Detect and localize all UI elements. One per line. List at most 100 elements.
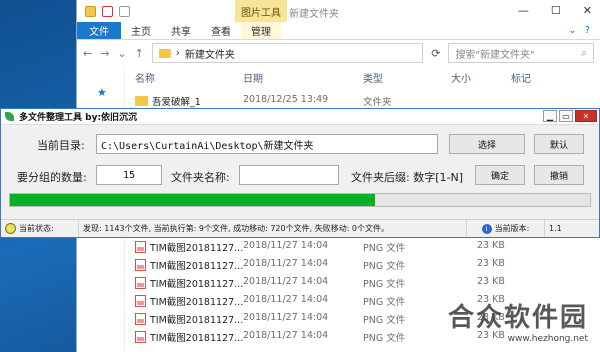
file-organizer-dialog: 多文件整理工具 by:依旧沉沉 ▁ ▭ ✕ 当前目录: C:\Users\Cur…: [0, 108, 600, 238]
app-leaf-icon: [5, 112, 14, 121]
dialog-title: 多文件整理工具 by:依旧沉沉: [19, 113, 138, 123]
file-size: 23 KB: [477, 258, 505, 269]
up-arrow-icon[interactable]: ↑: [135, 47, 144, 60]
tab-home[interactable]: 主页: [121, 22, 161, 39]
folder-icon: [135, 96, 148, 106]
file-name: TIM截图20181127...: [135, 258, 243, 272]
list-item[interactable]: TIM截图20181127... 2018/11/27 14:04 PNG 文件…: [127, 236, 600, 256]
file-size: 23 KB: [477, 240, 505, 251]
file-name: TIM截图20181127...: [135, 330, 243, 344]
file-name-text: TIM截图20181127...: [150, 279, 244, 290]
column-name[interactable]: 名称: [135, 70, 155, 85]
undo-button[interactable]: 撤销: [534, 165, 584, 185]
file-name: TIM截图20181127...: [135, 276, 243, 290]
watermark-text: 合众软件园: [447, 303, 588, 333]
folder-name-label: 文件夹名称:: [171, 171, 230, 184]
file-date: 2018/12/25 13:49: [243, 94, 329, 105]
file-name: TIM截图20181127...: [135, 294, 243, 308]
search-icon: ⌕: [581, 47, 587, 59]
version-label-cell: i 当前版本:: [467, 220, 545, 237]
current-dir-field[interactable]: C:\Users\CurtainAi\Desktop\新建文件夹: [96, 134, 438, 154]
current-dir-label: 当前目录:: [37, 139, 85, 152]
minimize-icon[interactable]: —: [518, 4, 529, 17]
file-name-text: TIM截图20181127...: [150, 261, 244, 272]
file-date: 2018/11/27 14:04: [243, 312, 329, 323]
file-type: PNG 文件: [363, 279, 406, 290]
version-value: 1.1: [549, 224, 562, 233]
explorer-titlebar: 图片工具 新建文件夹 — ☐ ✕: [77, 0, 600, 22]
file-date: 2018/11/27 14:04: [243, 240, 329, 251]
confirm-button[interactable]: 确定: [475, 165, 525, 185]
group-count-field[interactable]: 15: [96, 165, 162, 185]
status-refresh-icon: [5, 223, 16, 234]
suffix-label: 文件夹后缀: 数字[1-N]: [351, 171, 463, 184]
image-file-icon: [135, 331, 146, 343]
tab-share[interactable]: 共享: [161, 22, 201, 39]
column-tags[interactable]: 标记: [511, 70, 531, 85]
recent-dropdown-icon[interactable]: ⌄: [117, 47, 126, 60]
column-type[interactable]: 类型: [363, 70, 383, 85]
file-name: TIM截图20181127...: [135, 312, 243, 326]
window-title: 新建文件夹: [289, 9, 339, 20]
file-name-text: TIM截图20181127...: [150, 333, 244, 344]
default-button[interactable]: 默认: [534, 134, 584, 154]
file-size: 23 KB: [477, 276, 505, 287]
file-type: PNG 文件: [363, 333, 406, 344]
image-file-icon: [135, 277, 146, 289]
breadcrumb-current[interactable]: 新建文件夹: [185, 46, 235, 61]
search-input[interactable]: 搜索"新建文件夹" ⌕: [448, 43, 594, 63]
search-placeholder: 搜索"新建文件夹": [455, 49, 535, 61]
folder-icon[interactable]: [85, 5, 96, 17]
forward-arrow-icon[interactable]: →: [100, 47, 109, 60]
dialog-statusbar: 当前状态: 发现: 1143个文件, 当前执行第: 9个文件, 成功移动: 72…: [1, 219, 599, 237]
version-label: 当前版本:: [494, 224, 530, 233]
column-headers: 名称 日期 类型 大小 标记: [127, 66, 600, 86]
select-button[interactable]: 选择: [449, 134, 525, 154]
file-name-text: TIM截图20181127...: [150, 297, 244, 308]
new-folder-icon[interactable]: [119, 5, 130, 17]
progress-bar: [9, 193, 591, 207]
tab-manage[interactable]: 管理: [241, 22, 281, 39]
status-label-cell: 当前状态:: [1, 220, 79, 237]
file-type: 文件夹: [363, 97, 392, 108]
file-type: PNG 文件: [363, 243, 406, 254]
file-date: 2018/11/27 14:04: [243, 294, 329, 305]
file-name-text: TIM截图20181127...: [150, 243, 244, 254]
list-item[interactable]: TIM截图20181127... 2018/11/27 14:04 PNG 文件…: [127, 272, 600, 292]
file-date: 2018/11/27 14:04: [243, 330, 329, 341]
back-arrow-icon[interactable]: ←: [83, 47, 92, 60]
watermark-url: www.hezhong.net: [507, 334, 588, 344]
column-date[interactable]: 日期: [243, 70, 263, 85]
maximize-icon[interactable]: ☐: [551, 4, 561, 17]
file-date: 2018/11/27 14:04: [243, 276, 329, 287]
file-type: PNG 文件: [363, 297, 406, 308]
quick-access-star-icon[interactable]: ★: [97, 86, 107, 99]
tab-file[interactable]: 文件: [77, 22, 121, 39]
minimize-icon[interactable]: ▁: [543, 110, 557, 122]
folder-name-field[interactable]: [239, 165, 339, 185]
address-row: ← → ⌄ ↑ › 新建文件夹 ⟳ 搜索"新建文件夹" ⌕: [77, 40, 600, 66]
maximize-icon[interactable]: ▭: [559, 110, 573, 122]
breadcrumb-separator-icon: ›: [175, 47, 180, 59]
list-item[interactable]: TIM截图20181127... 2018/11/27 14:04 PNG 文件…: [127, 254, 600, 274]
dialog-window-controls: ▁ ▭ ✕: [543, 110, 597, 122]
quick-access-toolbar: [77, 5, 130, 17]
file-type: PNG 文件: [363, 261, 406, 272]
window-controls: — ☐ ✕: [518, 4, 592, 17]
watermark: 合众软件园 www.hezhong.net: [448, 297, 588, 344]
list-item[interactable]: 吾爱破解_1 2018/12/25 13:49 文件夹: [127, 90, 600, 110]
column-size[interactable]: 大小: [451, 70, 471, 85]
close-icon[interactable]: ✕: [583, 4, 592, 17]
close-icon[interactable]: ✕: [575, 110, 597, 122]
ribbon-right-controls: ⌄ ?: [568, 22, 600, 39]
help-icon[interactable]: ?: [585, 25, 590, 36]
info-icon: i: [481, 223, 492, 234]
tab-view[interactable]: 查看: [201, 22, 241, 39]
refresh-icon[interactable]: ⟳: [431, 47, 440, 60]
picture-tools-tab[interactable]: 图片工具: [235, 0, 287, 22]
chevron-down-icon[interactable]: ⌄: [568, 25, 576, 36]
properties-icon[interactable]: [102, 5, 113, 17]
address-bar[interactable]: › 新建文件夹: [151, 43, 424, 63]
image-file-icon: [135, 295, 146, 307]
folder-icon: [158, 48, 171, 58]
